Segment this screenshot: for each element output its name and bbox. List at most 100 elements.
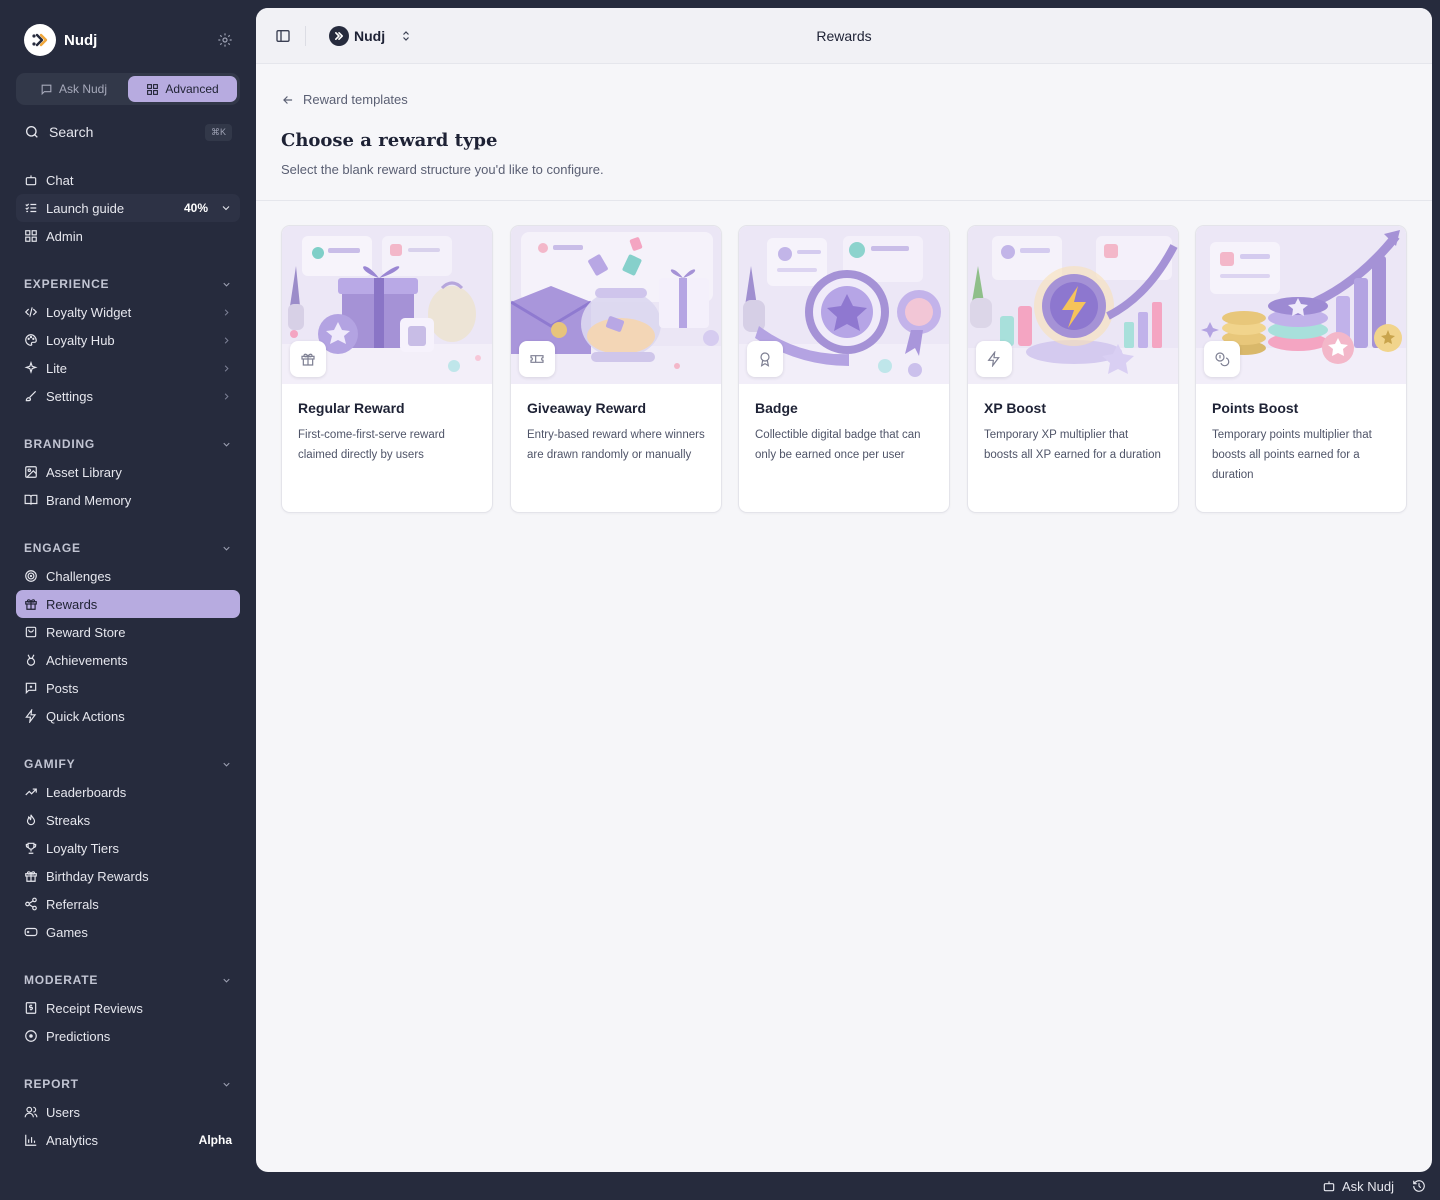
share-icon (24, 897, 38, 911)
arrow-left-icon (283, 95, 293, 104)
advanced-mode-button[interactable]: Advanced (128, 76, 237, 102)
book-icon (24, 493, 38, 507)
chevron-right-icon (221, 307, 232, 318)
card-badge[interactable]: Badge Collectible digital badge that can… (738, 225, 950, 513)
card-points-boost[interactable]: Points Boost Temporary points multiplier… (1195, 225, 1407, 513)
circle-icon (24, 1029, 38, 1043)
page-title: Choose a reward type (281, 130, 498, 151)
sidebar-item-admin[interactable]: Admin (16, 222, 240, 250)
card-title: Points Boost (1212, 400, 1299, 416)
card-title: Badge (755, 400, 798, 416)
content-header: Reward templates Choose a reward type Se… (256, 64, 1432, 201)
card-description: Entry-based reward where winners are dra… (527, 429, 705, 461)
history-icon[interactable] (1412, 1179, 1426, 1193)
ticket-icon (519, 341, 555, 377)
gear-icon[interactable] (216, 31, 234, 49)
store-icon (24, 625, 38, 639)
sidebar-item-loyalty-tiers[interactable]: Loyalty Tiers (16, 834, 240, 862)
ask-nudj-button[interactable]: Ask Nudj (1322, 1177, 1394, 1195)
page-subtitle: Select the blank reward structure you'd … (281, 162, 604, 177)
chevron-down-icon (221, 759, 232, 770)
sidebar-item-challenges[interactable]: Challenges (16, 562, 240, 590)
sidebar-item-launch-guide[interactable]: Launch guide 40% (16, 194, 240, 222)
users-icon (24, 1105, 38, 1119)
sidebar-item-lite[interactable]: Lite (16, 354, 240, 382)
chat-bubble-icon (41, 84, 52, 95)
section-report[interactable]: REPORT (24, 1076, 232, 1092)
sidebar-item-achievements[interactable]: Achievements (16, 646, 240, 674)
bot-icon (24, 173, 38, 187)
gift-icon (24, 869, 38, 883)
gamepad-icon (24, 925, 38, 939)
chevron-right-icon (221, 363, 232, 374)
zap-icon (976, 341, 1012, 377)
post-icon (24, 681, 38, 695)
sidebar-item-asset-library[interactable]: Asset Library (16, 458, 240, 486)
section-branding[interactable]: BRANDING (24, 436, 232, 452)
sidebar-item-streaks[interactable]: Streaks (16, 806, 240, 834)
card-description: Temporary points multiplier that boosts … (1212, 429, 1372, 481)
section-gamify[interactable]: GAMIFY (24, 756, 232, 772)
trophy-icon (24, 841, 38, 855)
medal-icon (24, 653, 38, 667)
sidebar-item-leaderboards[interactable]: Leaderboards (16, 778, 240, 806)
chevron-right-icon (221, 391, 232, 402)
section-moderate[interactable]: MODERATE (24, 972, 232, 988)
sidebar-item-reward-store[interactable]: Reward Store (16, 618, 240, 646)
sidebar-item-predictions[interactable]: Predictions (16, 1022, 240, 1050)
card-description: Collectible digital badge that can only … (755, 429, 921, 461)
sidebar-item-receipt-reviews[interactable]: Receipt Reviews (16, 994, 240, 1022)
sidebar-item-settings[interactable]: Settings (16, 382, 240, 410)
back-link[interactable]: Reward templates (281, 92, 408, 107)
chevron-down-icon (221, 1079, 232, 1090)
chevron-right-icon (221, 335, 232, 346)
sidebar-item-loyalty-widget[interactable]: Loyalty Widget (16, 298, 240, 326)
target-icon (24, 569, 38, 583)
sidebar-item-birthday-rewards[interactable]: Birthday Rewards (16, 862, 240, 890)
palette-icon (24, 333, 38, 347)
image-icon (24, 465, 38, 479)
gift-icon (290, 341, 326, 377)
card-giveaway-reward[interactable]: Giveaway Reward Entry-based reward where… (510, 225, 722, 513)
card-xp-boost[interactable]: XP Boost Temporary XP multiplier that bo… (967, 225, 1179, 513)
sidebar-item-brand-memory[interactable]: Brand Memory (16, 486, 240, 514)
search-shortcut: ⌘K (204, 123, 232, 141)
search-icon (26, 126, 38, 138)
chevron-down-icon (221, 439, 232, 450)
brand-row: Nudj (24, 23, 234, 57)
section-experience[interactable]: EXPERIENCE (24, 276, 232, 292)
sidebar-item-posts[interactable]: Posts (16, 674, 240, 702)
sidebar-item-users[interactable]: Users (16, 1098, 240, 1126)
card-regular-reward[interactable]: Regular Reward First-come-first-serve re… (281, 225, 493, 513)
sidebar-item-chat[interactable]: Chat (16, 166, 240, 194)
coins-icon (1204, 341, 1240, 377)
grid-icon (24, 229, 38, 243)
sidebar-item-games[interactable]: Games (16, 918, 240, 946)
brand-logo[interactable] (24, 24, 56, 56)
trend-icon (24, 785, 38, 799)
chevron-down-icon[interactable] (220, 202, 232, 214)
reward-type-cards: Regular Reward First-come-first-serve re… (281, 225, 1408, 513)
chevron-down-icon (221, 543, 232, 554)
sidebar-item-loyalty-hub[interactable]: Loyalty Hub (16, 326, 240, 354)
sidebar-item-quick-actions[interactable]: Quick Actions (16, 702, 240, 730)
sidebar-item-rewards[interactable]: Rewards (16, 590, 240, 618)
flame-icon (24, 813, 38, 827)
mode-toggle: Ask Nudj Advanced (16, 73, 240, 105)
chart-icon (24, 1133, 38, 1147)
brand-name: Nudj (64, 31, 98, 49)
zap-icon (24, 709, 38, 723)
topbar: Nudj Rewards (256, 8, 1432, 64)
receipt-icon (24, 1001, 38, 1015)
sparkle-icon (24, 361, 38, 375)
gift-icon (24, 597, 38, 611)
ask-nudj-mode-button[interactable]: Ask Nudj (19, 76, 128, 102)
sidebar: Nudj Ask Nudj Advanced Search ⌘K Chat La… (0, 0, 256, 1200)
section-engage[interactable]: ENGAGE (24, 540, 232, 556)
search-button[interactable]: Search ⌘K (24, 119, 232, 145)
card-description: First-come-first-serve reward claimed di… (298, 429, 445, 461)
award-icon (747, 341, 783, 377)
sidebar-item-analytics[interactable]: Analytics Alpha (16, 1126, 240, 1154)
nudj-logo-icon (32, 33, 48, 47)
sidebar-item-referrals[interactable]: Referrals (16, 890, 240, 918)
